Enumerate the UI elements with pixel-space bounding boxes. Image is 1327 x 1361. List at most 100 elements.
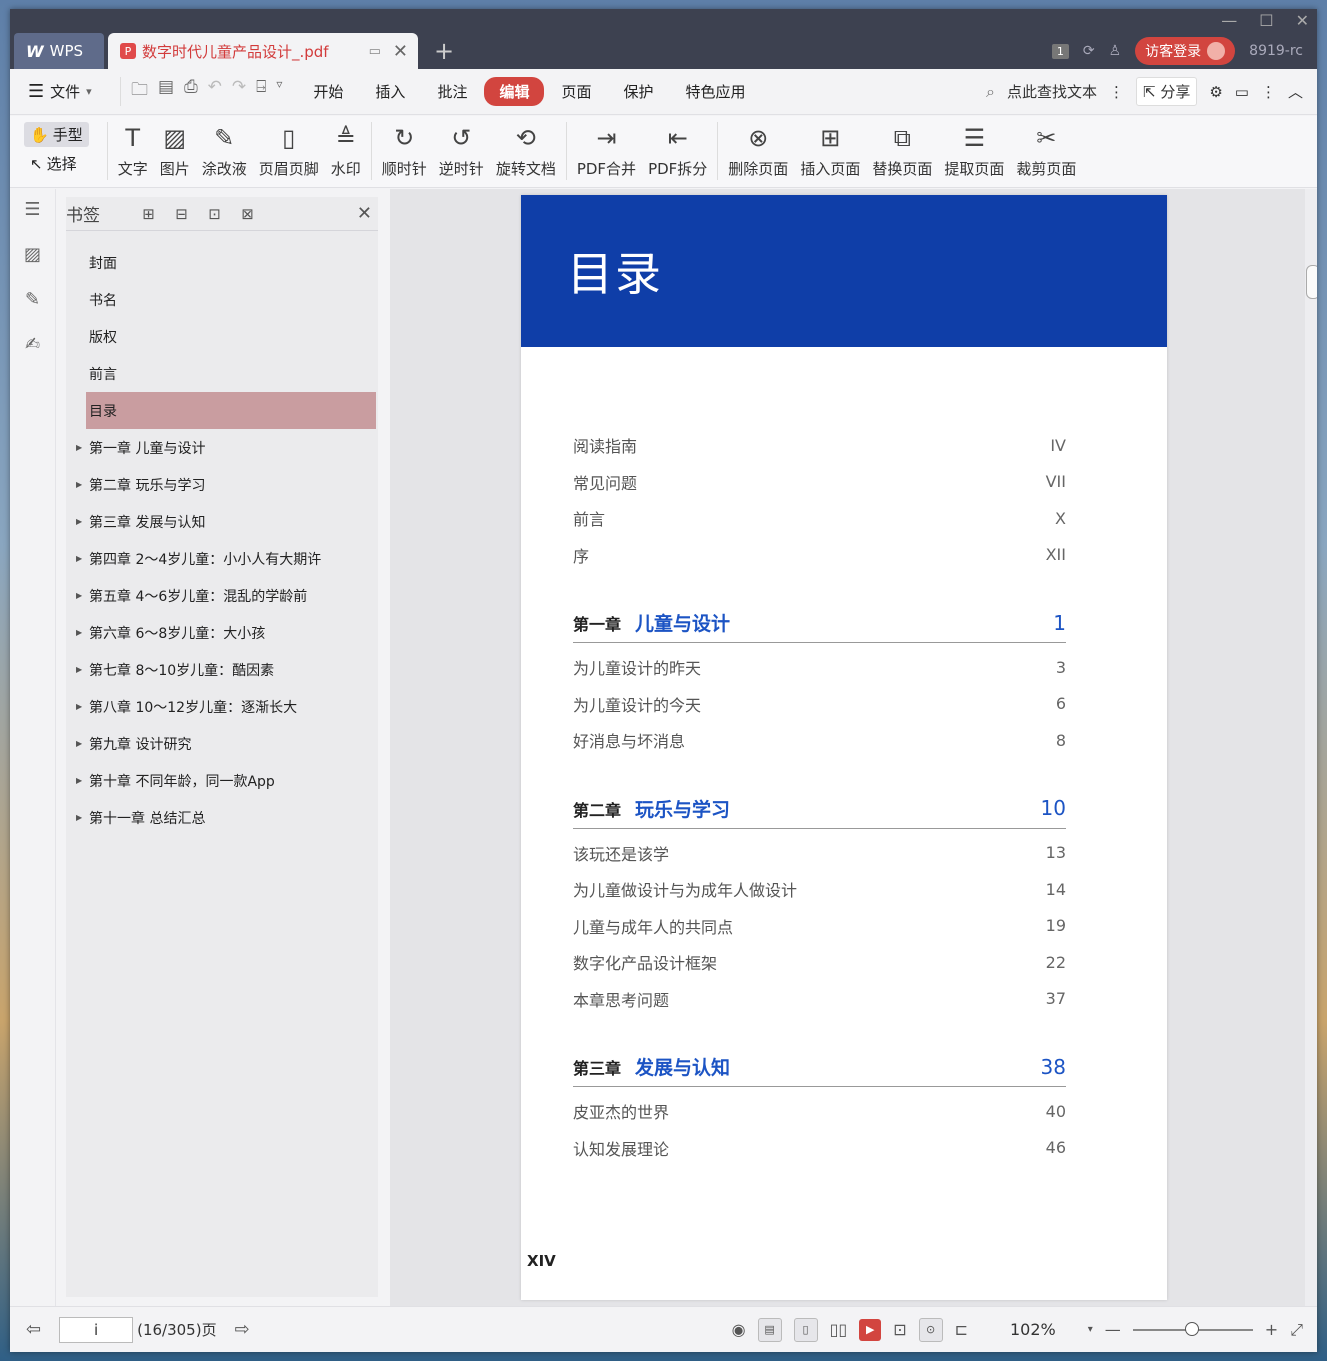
edit-image-button[interactable]: ▨ 图片 bbox=[154, 122, 196, 179]
outline-icon[interactable]: ☰ bbox=[24, 199, 40, 220]
single-page-view-button[interactable]: ▯ bbox=[793, 1317, 818, 1342]
more-vertical-icon[interactable]: ⋮ bbox=[1109, 83, 1124, 101]
edit-text-button[interactable]: T 文字 bbox=[112, 122, 154, 179]
pdf-merge-button[interactable]: ⇥ PDF合并 bbox=[571, 122, 642, 179]
play-icon[interactable]: ▶ bbox=[859, 1318, 882, 1341]
expand-arrow-icon[interactable]: ▶ bbox=[76, 702, 82, 711]
open-folder-icon[interactable]: 🗀 bbox=[131, 77, 148, 106]
window-count-badge[interactable]: 1 bbox=[1051, 43, 1069, 59]
bookmark-item[interactable]: 版权 bbox=[66, 318, 378, 355]
close-tab-icon[interactable]: ✕ bbox=[393, 41, 408, 62]
scrollbar-thumb[interactable] bbox=[1306, 265, 1317, 299]
bookmark-item[interactable]: ▶ 第六章 6～8岁儿童：大小孩 bbox=[66, 614, 378, 651]
vertical-scrollbar[interactable] bbox=[1305, 189, 1317, 1306]
two-page-view-icon[interactable]: ▯▯ bbox=[830, 1320, 848, 1339]
rotate-counterclockwise-button[interactable]: ↺ 逆时针 bbox=[433, 122, 490, 179]
bookmark-item[interactable]: ▶ 第九章 设计研究 bbox=[66, 725, 378, 762]
zoom-slider-knob[interactable] bbox=[1184, 1321, 1199, 1336]
bookmark-item[interactable]: 封面 bbox=[66, 244, 378, 281]
new-tab-icon[interactable]: + bbox=[434, 37, 454, 65]
menu-start[interactable]: 开始 bbox=[298, 77, 358, 106]
export-icon[interactable]: ⍈ bbox=[256, 77, 266, 106]
menu-annotate[interactable]: 批注 bbox=[422, 77, 482, 106]
delete-page-button[interactable]: ⊗ 删除页面 bbox=[722, 122, 794, 179]
collapse-ribbon-icon[interactable]: ︿ bbox=[1288, 81, 1303, 102]
redo-icon[interactable]: ↷ bbox=[232, 77, 246, 106]
skin-icon[interactable]: ♙ bbox=[1109, 43, 1122, 59]
continuous-view-button[interactable]: ▤ bbox=[757, 1317, 782, 1342]
rotate-clockwise-button[interactable]: ↻ 顺时针 bbox=[376, 122, 433, 179]
more-options-icon[interactable]: ⋮ bbox=[1261, 83, 1276, 101]
expand-bookmark-icon[interactable]: ⊡ bbox=[198, 205, 231, 223]
expand-arrow-icon[interactable]: ▶ bbox=[76, 628, 82, 637]
sync-icon[interactable]: ⟳ bbox=[1083, 43, 1095, 59]
expand-arrow-icon[interactable]: ▶ bbox=[76, 443, 82, 452]
gear-icon[interactable]: ⚙ bbox=[1209, 83, 1222, 101]
expand-arrow-icon[interactable]: ▶ bbox=[76, 665, 82, 674]
menu-special[interactable]: 特色应用 bbox=[671, 77, 761, 106]
hand-mode-button[interactable]: ✋ 手型 bbox=[24, 122, 89, 147]
expand-arrow-icon[interactable]: ▶ bbox=[76, 517, 82, 526]
add-bookmark-icon[interactable]: ⊞ bbox=[132, 205, 165, 223]
expand-arrow-icon[interactable]: ▶ bbox=[76, 480, 82, 489]
menu-insert[interactable]: 插入 bbox=[360, 77, 420, 106]
zoom-in-icon[interactable]: + bbox=[1265, 1320, 1278, 1339]
more-quick-icon[interactable]: ▿ bbox=[276, 77, 282, 106]
bookmark-item[interactable]: ▶ 第五章 4～6岁儿童：混乱的学龄前 bbox=[66, 577, 378, 614]
print-icon[interactable]: ⎙ bbox=[184, 77, 198, 106]
previous-page-icon[interactable]: ⇦ bbox=[26, 1319, 41, 1340]
maximize-icon[interactable]: ☐ bbox=[1259, 11, 1273, 30]
fit-width-icon[interactable]: ⊏ bbox=[955, 1320, 968, 1339]
bookmark-item[interactable]: 书名 bbox=[66, 281, 378, 318]
expand-arrow-icon[interactable]: ▶ bbox=[76, 813, 82, 822]
extract-page-button[interactable]: ☰ 提取页面 bbox=[938, 122, 1010, 179]
menu-protect[interactable]: 保护 bbox=[608, 77, 668, 106]
save-icon[interactable]: ▤ bbox=[158, 77, 174, 106]
pin-icon[interactable]: ▭ bbox=[369, 44, 381, 59]
actual-size-icon[interactable]: ⊡ bbox=[893, 1320, 906, 1339]
file-menu[interactable]: ☰ 文件 ▾ bbox=[10, 81, 120, 102]
add-child-bookmark-icon[interactable]: ⊟ bbox=[165, 205, 198, 223]
find-text-button[interactable]: 点此查找文本 bbox=[1007, 81, 1097, 102]
document-tab[interactable]: P 数字时代儿童产品设计_.pdf ▭ ✕ bbox=[108, 33, 418, 69]
crop-page-button[interactable]: ✂ 裁剪页面 bbox=[1010, 122, 1082, 179]
expand-arrow-icon[interactable]: ▶ bbox=[76, 591, 82, 600]
bookmark-settings-icon[interactable]: ⊠ bbox=[231, 205, 264, 223]
watermark-button[interactable]: ≜ 水印 bbox=[325, 122, 367, 179]
bookmark-item[interactable]: ▶ 第七章 8～10岁儿童：酷因素 bbox=[66, 651, 378, 688]
page-number-input[interactable]: i bbox=[59, 1316, 134, 1343]
zoom-out-icon[interactable]: — bbox=[1105, 1320, 1121, 1339]
bookmark-item[interactable]: ▶ 第三章 发展与认知 bbox=[66, 503, 378, 540]
bookmark-item[interactable]: ▶ 第十一章 总结汇总 bbox=[66, 799, 378, 836]
thumbnail-icon[interactable]: ▨ bbox=[24, 244, 41, 265]
bookmark-item[interactable]: ▶ 第一章 儿童与设计 bbox=[66, 429, 378, 466]
zoom-level[interactable]: 102% bbox=[1010, 1320, 1056, 1339]
bookmark-item[interactable]: 目录 bbox=[86, 392, 376, 429]
signature-icon[interactable]: ✍ bbox=[25, 334, 40, 355]
zoom-dropdown-icon[interactable]: ▾ bbox=[1088, 1324, 1093, 1335]
bookmark-item[interactable]: ▶ 第十章 不同年龄，同一款App bbox=[66, 762, 378, 799]
expand-arrow-icon[interactable]: ▶ bbox=[76, 776, 82, 785]
fit-page-button[interactable]: ⊙ bbox=[918, 1317, 943, 1342]
close-window-icon[interactable]: ✕ bbox=[1296, 11, 1309, 30]
bookmark-item[interactable]: 前言 bbox=[66, 355, 378, 392]
bookmark-item[interactable]: ▶ 第二章 玩乐与学习 bbox=[66, 466, 378, 503]
expand-arrow-icon[interactable]: ▶ bbox=[76, 739, 82, 748]
menu-edit[interactable]: 编辑 bbox=[484, 77, 545, 106]
next-page-icon[interactable]: ⇨ bbox=[235, 1319, 250, 1340]
share-button[interactable]: ⇱ 分享 bbox=[1135, 77, 1198, 106]
replace-page-button[interactable]: ⧉ 替换页面 bbox=[866, 122, 938, 179]
undo-icon[interactable]: ↶ bbox=[208, 77, 222, 106]
correction-fluid-button[interactable]: ✎ 涂改液 bbox=[196, 122, 253, 179]
fullscreen-icon[interactable]: ⤢ bbox=[1290, 1320, 1303, 1340]
rotate-document-button[interactable]: ⟲ 旋转文档 bbox=[490, 122, 562, 179]
wps-home-tab[interactable]: W WPS bbox=[14, 33, 104, 69]
minimize-icon[interactable]: — bbox=[1221, 11, 1237, 30]
close-panel-icon[interactable]: ✕ bbox=[357, 203, 372, 224]
search-icon[interactable]: ⌕ bbox=[986, 82, 995, 102]
bookmark-item[interactable]: ▶ 第四章 2～4岁儿童：小小人有大期许 bbox=[66, 540, 378, 577]
header-footer-button[interactable]: ▯ 页眉页脚 bbox=[253, 122, 325, 179]
annotation-icon[interactable]: ✎ bbox=[25, 289, 40, 310]
visitor-login-button[interactable]: 访客登录 bbox=[1135, 37, 1236, 65]
bookmark-item[interactable]: ▶ 第八章 10～12岁儿童：逐渐长大 bbox=[66, 688, 378, 725]
